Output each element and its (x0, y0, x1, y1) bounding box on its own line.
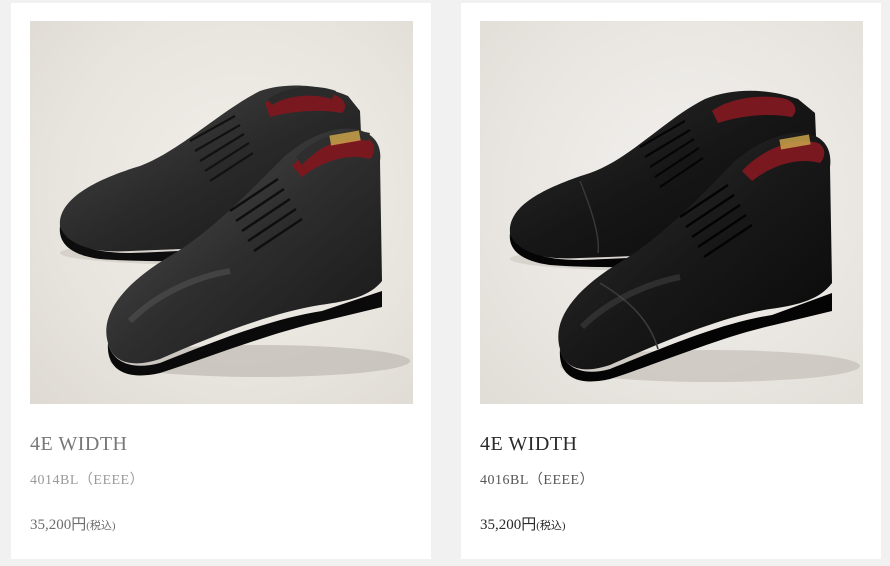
product-code: 4014BL（EEEE） (30, 473, 145, 488)
product-title[interactable]: 4E WIDTH (30, 433, 128, 456)
product-code: 4016BL（EEEE） (480, 473, 595, 488)
tax-label: (税込) (536, 520, 566, 532)
product-card-4014bl[interactable]: 4E WIDTH 4014BL（EEEE） 35,200円(税込) (11, 3, 431, 559)
cap-toe-shoes-illustration (509, 90, 860, 382)
price-value: 35,200円 (480, 517, 537, 533)
product-price: 35,200円(税込) (30, 513, 116, 534)
price-value: 35,200円 (30, 517, 87, 533)
product-image[interactable] (30, 21, 413, 404)
product-grid: 4E WIDTH 4014BL（EEEE） 35,200円(税込) 4E WID… (0, 0, 890, 566)
product-price: 35,200円(税込) (480, 513, 566, 534)
product-card-4016bl[interactable]: 4E WIDTH 4016BL（EEEE） 35,200円(税込) (461, 3, 881, 559)
product-title[interactable]: 4E WIDTH (480, 433, 578, 456)
product-image[interactable] (480, 21, 863, 404)
tax-label: (税込) (86, 520, 116, 532)
plain-toe-shoes-illustration (59, 85, 410, 377)
